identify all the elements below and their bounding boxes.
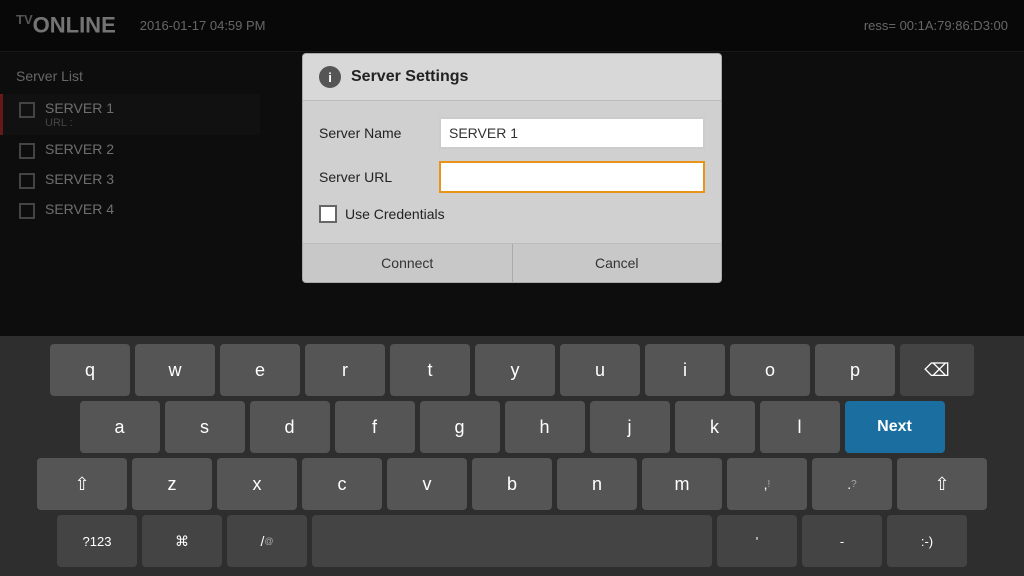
kb-row-2: a s d f g h j k l Next xyxy=(8,401,1016,453)
cancel-button[interactable]: Cancel xyxy=(513,244,722,282)
server-name-row: Server Name xyxy=(319,117,705,149)
key-q[interactable]: q xyxy=(50,344,130,396)
credentials-label: Use Credentials xyxy=(345,206,445,222)
backspace-key[interactable]: ⌫ xyxy=(900,344,974,396)
key-v[interactable]: v xyxy=(387,458,467,510)
dialog-footer: Connect Cancel xyxy=(303,243,721,282)
key-u[interactable]: u xyxy=(560,344,640,396)
server-settings-dialog: i Server Settings Server Name Server URL… xyxy=(302,53,722,283)
server-url-label: Server URL xyxy=(319,169,439,185)
key-t[interactable]: t xyxy=(390,344,470,396)
connect-button[interactable]: Connect xyxy=(303,244,513,282)
key-m[interactable]: m xyxy=(642,458,722,510)
key-smiley[interactable]: :-) xyxy=(887,515,967,567)
key-comma[interactable]: ,! xyxy=(727,458,807,510)
key-o[interactable]: o xyxy=(730,344,810,396)
info-icon: i xyxy=(319,66,341,88)
key-j[interactable]: j xyxy=(590,401,670,453)
key-k[interactable]: k xyxy=(675,401,755,453)
key-c[interactable]: c xyxy=(302,458,382,510)
next-button[interactable]: Next xyxy=(845,401,945,453)
key-w[interactable]: w xyxy=(135,344,215,396)
key-h[interactable]: h xyxy=(505,401,585,453)
key-e[interactable]: e xyxy=(220,344,300,396)
key-f[interactable]: f xyxy=(335,401,415,453)
key-d[interactable]: d xyxy=(250,401,330,453)
kb-row-1: q w e r t y u i o p ⌫ xyxy=(8,344,1016,396)
server-name-label: Server Name xyxy=(319,125,439,141)
key-dash[interactable]: - xyxy=(802,515,882,567)
key-p[interactable]: p xyxy=(815,344,895,396)
space-key[interactable] xyxy=(312,515,712,567)
kb-row-3: ⇧ z x c v b n m ,! .? ⇧ xyxy=(8,458,1016,510)
kb-row-4: ?123 ⌘ /@ ' - :-) xyxy=(8,515,1016,567)
key-i[interactable]: i xyxy=(645,344,725,396)
key-x[interactable]: x xyxy=(217,458,297,510)
keyboard-rows: q w e r t y u i o p ⌫ a s d f g h j k l … xyxy=(0,344,1024,567)
dialog-body: Server Name Server URL Use Credentials xyxy=(303,101,721,243)
key-compose[interactable]: ⌘ xyxy=(142,515,222,567)
dialog-title: Server Settings xyxy=(351,68,468,86)
key-a[interactable]: a xyxy=(80,401,160,453)
overlay: i Server Settings Server Name Server URL… xyxy=(0,0,1024,336)
key-l[interactable]: l xyxy=(760,401,840,453)
key-symbols[interactable]: ?123 xyxy=(57,515,137,567)
key-r[interactable]: r xyxy=(305,344,385,396)
key-apostrophe[interactable]: ' xyxy=(717,515,797,567)
key-period[interactable]: .? xyxy=(812,458,892,510)
server-name-input[interactable] xyxy=(439,117,705,149)
shift-right-key[interactable]: ⇧ xyxy=(897,458,987,510)
credentials-row[interactable]: Use Credentials xyxy=(319,205,705,223)
key-g[interactable]: g xyxy=(420,401,500,453)
keyboard: q w e r t y u i o p ⌫ a s d f g h j k l … xyxy=(0,336,1024,576)
key-s[interactable]: s xyxy=(165,401,245,453)
key-b[interactable]: b xyxy=(472,458,552,510)
dialog-header: i Server Settings xyxy=(303,54,721,101)
key-z[interactable]: z xyxy=(132,458,212,510)
server-url-row: Server URL xyxy=(319,161,705,193)
key-n[interactable]: n xyxy=(557,458,637,510)
shift-left-key[interactable]: ⇧ xyxy=(37,458,127,510)
credentials-checkbox[interactable] xyxy=(319,205,337,223)
server-url-input[interactable] xyxy=(439,161,705,193)
key-y[interactable]: y xyxy=(475,344,555,396)
key-slash[interactable]: /@ xyxy=(227,515,307,567)
